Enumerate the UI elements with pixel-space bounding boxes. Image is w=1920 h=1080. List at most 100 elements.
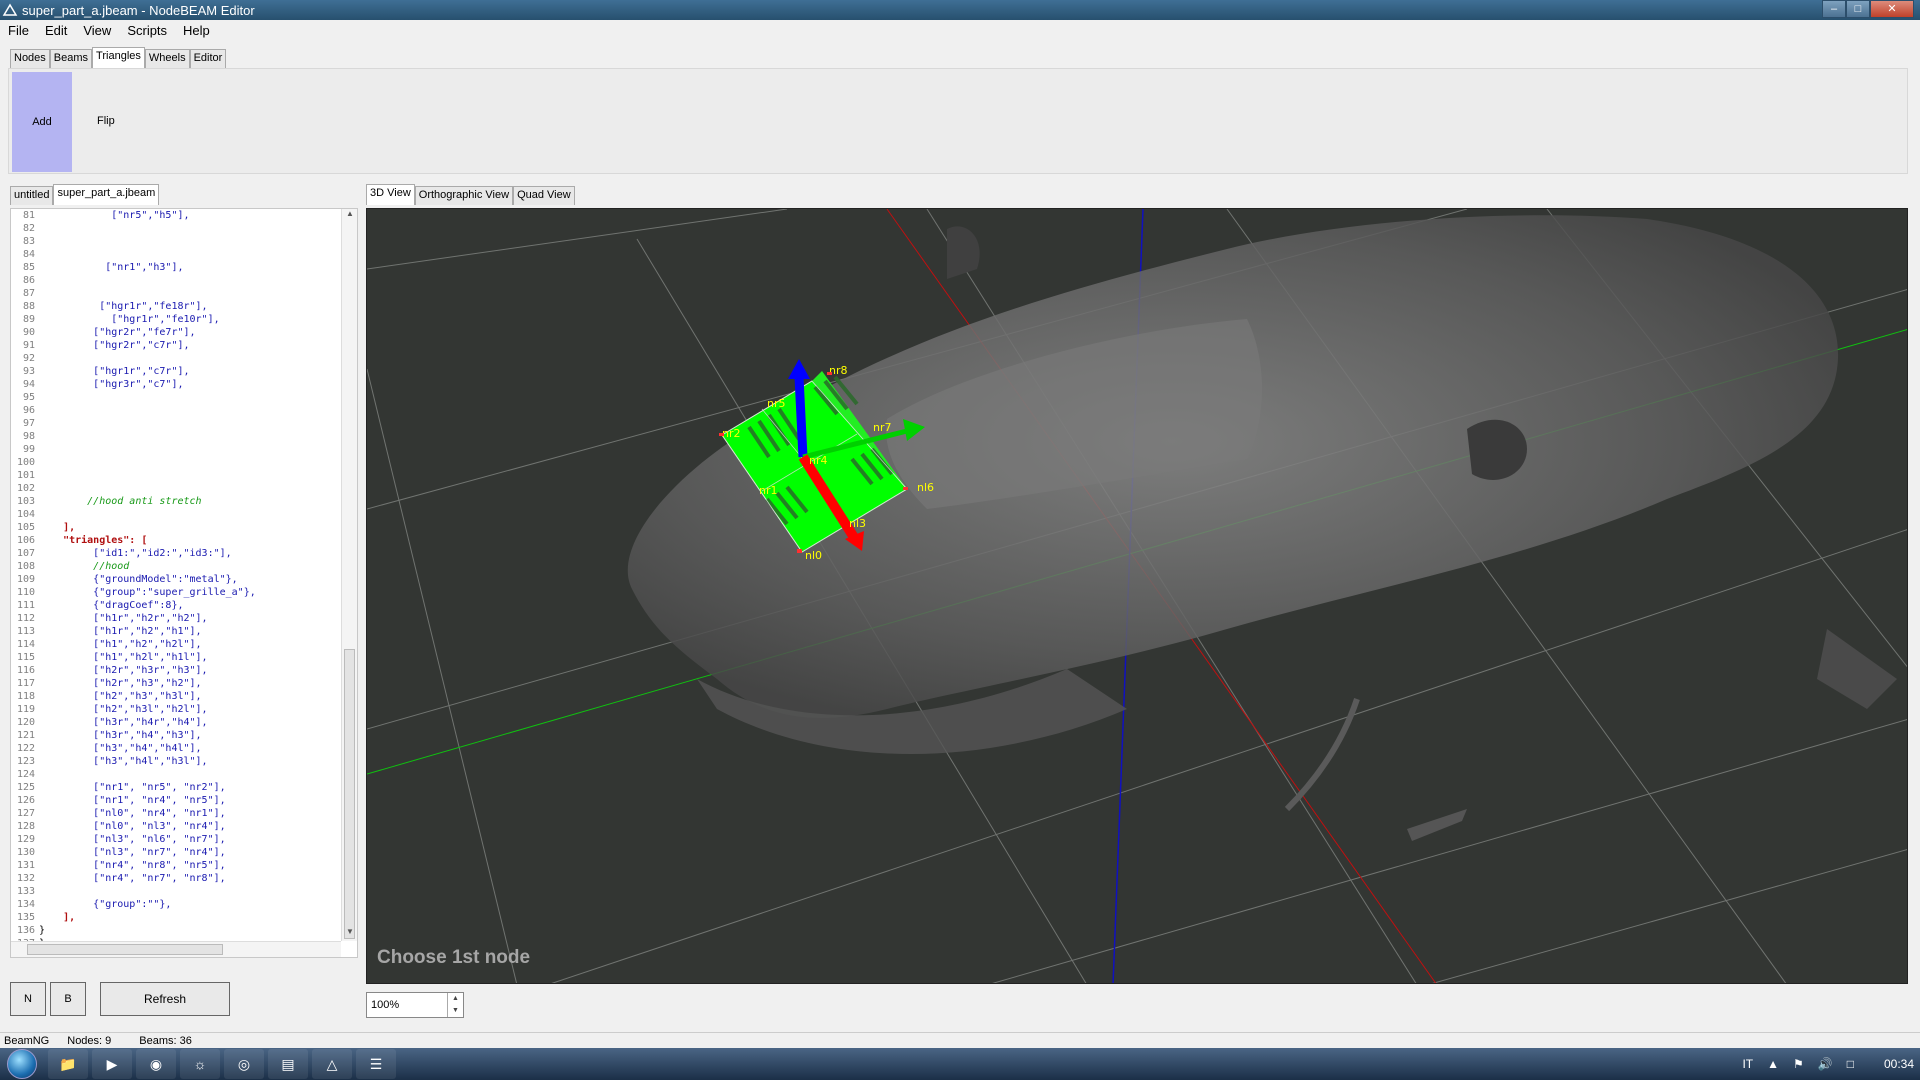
code-line[interactable]: 105 ], — [11, 521, 341, 534]
code-line[interactable]: 127 ["nl0", "nr4", "nr1"], — [11, 807, 341, 820]
code-line[interactable]: 111 {"dragCoef":8}, — [11, 599, 341, 612]
menu-file[interactable]: File — [0, 23, 37, 38]
code-line[interactable]: 124 — [11, 768, 341, 781]
code-line[interactable]: 126 ["nr1", "nr4", "nr5"], — [11, 794, 341, 807]
code-line[interactable]: 84 — [11, 248, 341, 261]
line-text[interactable]: ["nr1","h3"], — [39, 261, 183, 274]
code-lines[interactable]: 81 ["nr5","h5"], 82 83 84 85 ["nr1","h3"], 86… — [11, 209, 341, 941]
code-line[interactable]: 82 — [11, 222, 341, 235]
line-text[interactable]: ["nr1", "nr4", "nr5"], — [39, 794, 225, 807]
3d-viewport[interactable]: nr8 nr5 nr2 nr7 nr4 nr1 nl6 nl3 nl0 Choo… — [366, 208, 1908, 984]
code-line[interactable]: 118 ["h2","h3","h3l"], — [11, 690, 341, 703]
code-line[interactable]: 108 //hood — [11, 560, 341, 573]
line-text[interactable]: ["hgr2r","fe7r"], — [39, 326, 195, 339]
refresh-button[interactable]: Refresh — [100, 982, 230, 1016]
code-line[interactable]: 131 ["nr4", "nr8", "nr5"], — [11, 859, 341, 872]
code-line[interactable]: 93 ["hgr1r","c7r"], — [11, 365, 341, 378]
code-line[interactable]: 95 — [11, 391, 341, 404]
code-line[interactable]: 100 — [11, 456, 341, 469]
zoom-spinbox[interactable]: 100% ▲ ▼ — [366, 992, 464, 1018]
line-text[interactable]: ["hgr1r","fe10r"], — [39, 313, 219, 326]
horizontal-scroll-thumb[interactable] — [27, 944, 223, 955]
line-text[interactable]: //hood anti stretch — [39, 495, 201, 508]
zoom-stepper-icon[interactable]: ▲ ▼ — [447, 993, 463, 1017]
line-text[interactable]: ["h1r","h2","h1"], — [39, 625, 201, 638]
line-text[interactable]: ["hgr1r","c7r"], — [39, 365, 189, 378]
line-text[interactable]: ["h1","h2l","h1l"], — [39, 651, 207, 664]
blender-icon[interactable]: ◎ — [224, 1049, 264, 1079]
b-button[interactable]: B — [50, 982, 86, 1016]
maximize-button[interactable]: □ — [1846, 0, 1870, 18]
code-line[interactable]: 134 {"group":""}, — [11, 898, 341, 911]
file-tab-untitled[interactable]: untitled — [10, 186, 54, 205]
code-editor[interactable]: 81 ["nr5","h5"], 82 83 84 85 ["nr1","h3"], 86… — [10, 208, 358, 958]
code-line[interactable]: 92 — [11, 352, 341, 365]
app-taskbar-icon[interactable]: ☰ — [356, 1049, 396, 1079]
code-line[interactable]: 121 ["h3r","h4","h3"], — [11, 729, 341, 742]
line-text[interactable]: ["h2","h3l","h2l"], — [39, 703, 207, 716]
code-line[interactable]: 85 ["nr1","h3"], — [11, 261, 341, 274]
notepad-icon[interactable]: ▤ — [268, 1049, 308, 1079]
code-line[interactable]: 135 ], — [11, 911, 341, 924]
line-text[interactable]: "triangles": [ — [39, 534, 147, 547]
code-line[interactable]: 96 — [11, 404, 341, 417]
line-text[interactable]: ["h3","h4","h4l"], — [39, 742, 201, 755]
menu-view[interactable]: View — [75, 23, 119, 38]
line-text[interactable]: ["nl3", "nr7", "nr4"], — [39, 846, 225, 859]
volume-icon[interactable]: 🔊 — [1818, 1057, 1833, 1071]
line-text[interactable]: ["h2r","h3","h2"], — [39, 677, 201, 690]
line-text[interactable]: {"groundModel":"metal"}, — [39, 573, 238, 586]
code-line[interactable]: 83 — [11, 235, 341, 248]
line-text[interactable]: ["nr4", "nr7", "nr8"], — [39, 872, 225, 885]
line-text[interactable]: } — [39, 924, 45, 937]
code-line[interactable]: 122 ["h3","h4","h4l"], — [11, 742, 341, 755]
code-line[interactable]: 104 — [11, 508, 341, 521]
code-line[interactable]: 89 ["hgr1r","fe10r"], — [11, 313, 341, 326]
nodebeam-icon[interactable]: △ — [312, 1049, 352, 1079]
n-button[interactable]: N — [10, 982, 46, 1016]
line-text[interactable]: ["nl3", "nl6", "nr7"], — [39, 833, 225, 846]
flag-icon[interactable]: ⚑ — [1793, 1057, 1804, 1071]
code-line[interactable]: 136} — [11, 924, 341, 937]
line-text[interactable]: {"group":"super_grille_a"}, — [39, 586, 256, 599]
line-text[interactable]: ["nl0", "nr4", "nr1"], — [39, 807, 225, 820]
line-text[interactable]: ["hgr2r","c7r"], — [39, 339, 189, 352]
start-button[interactable] — [0, 1048, 44, 1080]
code-line[interactable]: 90 ["hgr2r","fe7r"], — [11, 326, 341, 339]
menu-edit[interactable]: Edit — [37, 23, 75, 38]
code-line[interactable]: 130 ["nl3", "nr7", "nr4"], — [11, 846, 341, 859]
file-tab-super-part-a[interactable]: super_part_a.jbeam — [53, 184, 160, 205]
chrome-icon[interactable]: ◉ — [136, 1049, 176, 1079]
viewport-scene[interactable]: nr8 nr5 nr2 nr7 nr4 nr1 nl6 nl3 nl0 — [367, 209, 1908, 984]
line-text[interactable]: //hood — [39, 560, 129, 573]
code-line[interactable]: 107 ["id1:","id2:","id3:"], — [11, 547, 341, 560]
line-text[interactable]: ], — [39, 911, 75, 924]
line-text[interactable]: ["h1","h2","h2l"], — [39, 638, 201, 651]
code-line[interactable]: 101 — [11, 469, 341, 482]
line-text[interactable]: ["hgr1r","fe18r"], — [39, 300, 207, 313]
code-line[interactable]: 113 ["h1r","h2","h1"], — [11, 625, 341, 638]
tab-quad-view[interactable]: Quad View — [513, 186, 575, 205]
code-line[interactable]: 110 {"group":"super_grille_a"}, — [11, 586, 341, 599]
code-line[interactable]: 112 ["h1r","h2r","h2"], — [11, 612, 341, 625]
menu-scripts[interactable]: Scripts — [119, 23, 175, 38]
language-indicator[interactable]: IT — [1742, 1057, 1753, 1071]
tab-nodes[interactable]: Nodes — [10, 49, 50, 68]
code-line[interactable]: 102 — [11, 482, 341, 495]
code-line[interactable]: 115 ["h1","h2l","h1l"], — [11, 651, 341, 664]
add-button[interactable]: Add — [12, 72, 72, 172]
close-button[interactable]: ✕ — [1870, 0, 1914, 18]
code-line[interactable]: 114 ["h1","h2","h2l"], — [11, 638, 341, 651]
code-line[interactable]: 99 — [11, 443, 341, 456]
clock[interactable]: 00:34 — [1884, 1057, 1914, 1071]
flip-button[interactable]: Flip — [97, 115, 115, 127]
code-line[interactable]: 106 "triangles": [ — [11, 534, 341, 547]
code-line[interactable]: 91 ["hgr2r","c7r"], — [11, 339, 341, 352]
vertical-scroll-thumb[interactable] — [344, 649, 355, 939]
vertical-scrollbar[interactable]: ▲ ▼ — [341, 209, 357, 941]
line-text[interactable]: ["nr4", "nr8", "nr5"], — [39, 859, 225, 872]
code-line[interactable]: 103 //hood anti stretch — [11, 495, 341, 508]
code-line[interactable]: 123 ["h3","h4l","h3l"], — [11, 755, 341, 768]
tab-3d-view[interactable]: 3D View — [366, 184, 415, 205]
line-text[interactable]: {"dragCoef":8}, — [39, 599, 183, 612]
